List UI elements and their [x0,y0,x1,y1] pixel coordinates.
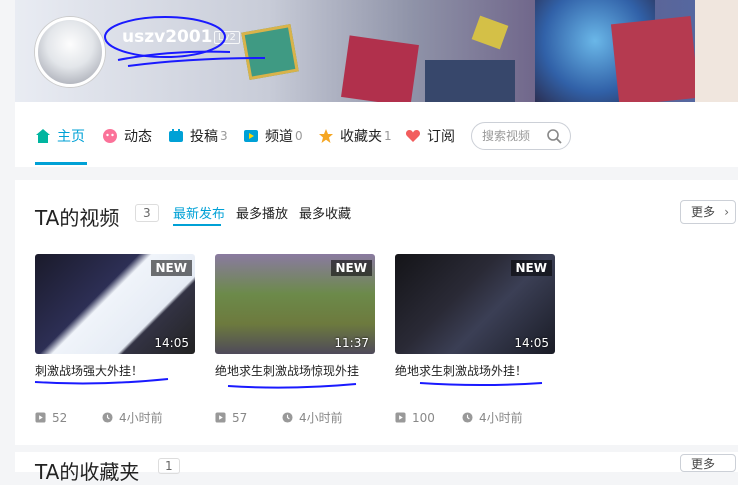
play-count: 57 [232,410,248,425]
more-button[interactable]: 更多 [680,454,736,472]
banner-plush-decoration [695,0,738,102]
clock-icon [462,412,473,423]
avatar[interactable] [35,17,105,87]
video-duration: 14:05 [154,336,189,350]
video-title[interactable]: 绝地求生刺激战场外挂！ [395,362,555,379]
nav-item-dynamic[interactable]: 动态 [102,126,152,146]
nav-item-count: 3 [220,129,228,143]
heart-icon [405,130,421,142]
banner-gift-decoration [425,60,515,102]
level-badge: Lv2 [214,31,240,44]
banner-gift-decoration [241,24,299,80]
publish-time: 4小时前 [299,411,343,425]
nav-item-count: 1 [384,129,392,143]
video-card[interactable]: NEW 14:05 绝地求生刺激战场外挂！ 100 4小时前 [395,254,555,426]
more-button[interactable]: 更多 › [680,200,736,224]
chevron-right-icon: › [724,205,729,219]
play-count-icon [215,412,226,423]
nav-item-subscribe[interactable]: 订阅 [405,126,455,146]
video-thumbnail[interactable]: NEW 14:05 [395,254,555,354]
search-placeholder: 搜索视频 [482,129,531,143]
publish-time: 4小时前 [119,411,163,425]
home-icon [36,129,50,143]
profile-banner [15,0,738,102]
video-title[interactable]: 绝地求生刺激战场惊现外挂 [215,362,375,379]
section-count-badge: 1 [158,458,180,474]
play-count: 52 [52,410,68,425]
nav-item-label: 主页 [57,129,85,145]
nav-item-upload[interactable]: 投稿 3 [168,126,228,146]
play-count-icon [395,412,406,423]
video-meta: 57 4小时前 [215,409,375,426]
video-meta: 100 4小时前 [395,409,555,426]
publish-time: 4小时前 [479,411,523,425]
username[interactable]: uszv2001 [122,27,213,47]
clock-icon [282,412,293,423]
more-label: 更多 [691,457,716,471]
nav-item-home[interactable]: 主页 [35,126,85,146]
star-icon [319,129,333,143]
banner-gift-decoration [610,16,700,102]
dynamic-icon [103,129,117,143]
more-label: 更多 [691,205,716,219]
channel-icon [244,130,258,142]
tab-latest[interactable]: 最新发布 [173,203,225,222]
nav-active-indicator [35,162,87,165]
video-duration: 14:05 [514,336,549,350]
play-count: 100 [412,410,435,425]
nav-item-label: 动态 [124,129,152,145]
video-thumbnail[interactable]: NEW 14:05 [35,254,195,354]
profile-nav: 主页 动态 投稿 3 频道 0 收藏夹 1 订阅 搜索视频 [15,102,738,167]
new-badge: NEW [330,260,372,276]
tab-most-played[interactable]: 最多播放 [236,203,288,222]
new-badge: NEW [510,260,552,276]
video-card[interactable]: NEW 14:05 刺激战场强大外挂！ 52 4小时前 [35,254,195,426]
search-input[interactable]: 搜索视频 [471,122,571,150]
video-thumbnail[interactable]: NEW 11:37 [215,254,375,354]
tab-most-favorited[interactable]: 最多收藏 [299,203,351,222]
video-meta: 52 4小时前 [35,409,195,426]
section-count-badge: 3 [135,204,159,222]
upload-icon [169,129,183,142]
nav-item-label: 频道 [265,129,293,145]
videos-section: TA的视频 3 最新发布 最多播放 最多收藏 更多 › NEW 14:05 刺激… [15,180,738,445]
play-count-icon [35,412,46,423]
clock-icon [102,412,113,423]
new-badge: NEW [150,260,192,276]
video-title[interactable]: 刺激战场强大外挂！ [35,362,195,379]
favorites-section: TA的收藏夹 1 更多 [15,452,738,484]
nav-item-count: 0 [295,129,303,143]
search-icon[interactable] [546,128,562,144]
nav-item-label: 订阅 [427,129,455,145]
nav-item-label: 投稿 [190,129,218,145]
video-duration: 11:37 [334,336,369,350]
banner-gift-decoration [341,35,419,102]
video-card[interactable]: NEW 11:37 绝地求生刺激战场惊现外挂 57 4小时前 [215,254,375,426]
nav-item-favorites[interactable]: 收藏夹 1 [318,126,392,146]
nav-item-channel[interactable]: 频道 0 [243,126,303,146]
banner-ribbon-decoration [471,15,509,50]
tab-active-indicator [173,224,221,226]
nav-item-label: 收藏夹 [340,129,382,145]
section-title: TA的视频 [35,206,120,230]
section-title: TA的收藏夹 [35,460,140,484]
